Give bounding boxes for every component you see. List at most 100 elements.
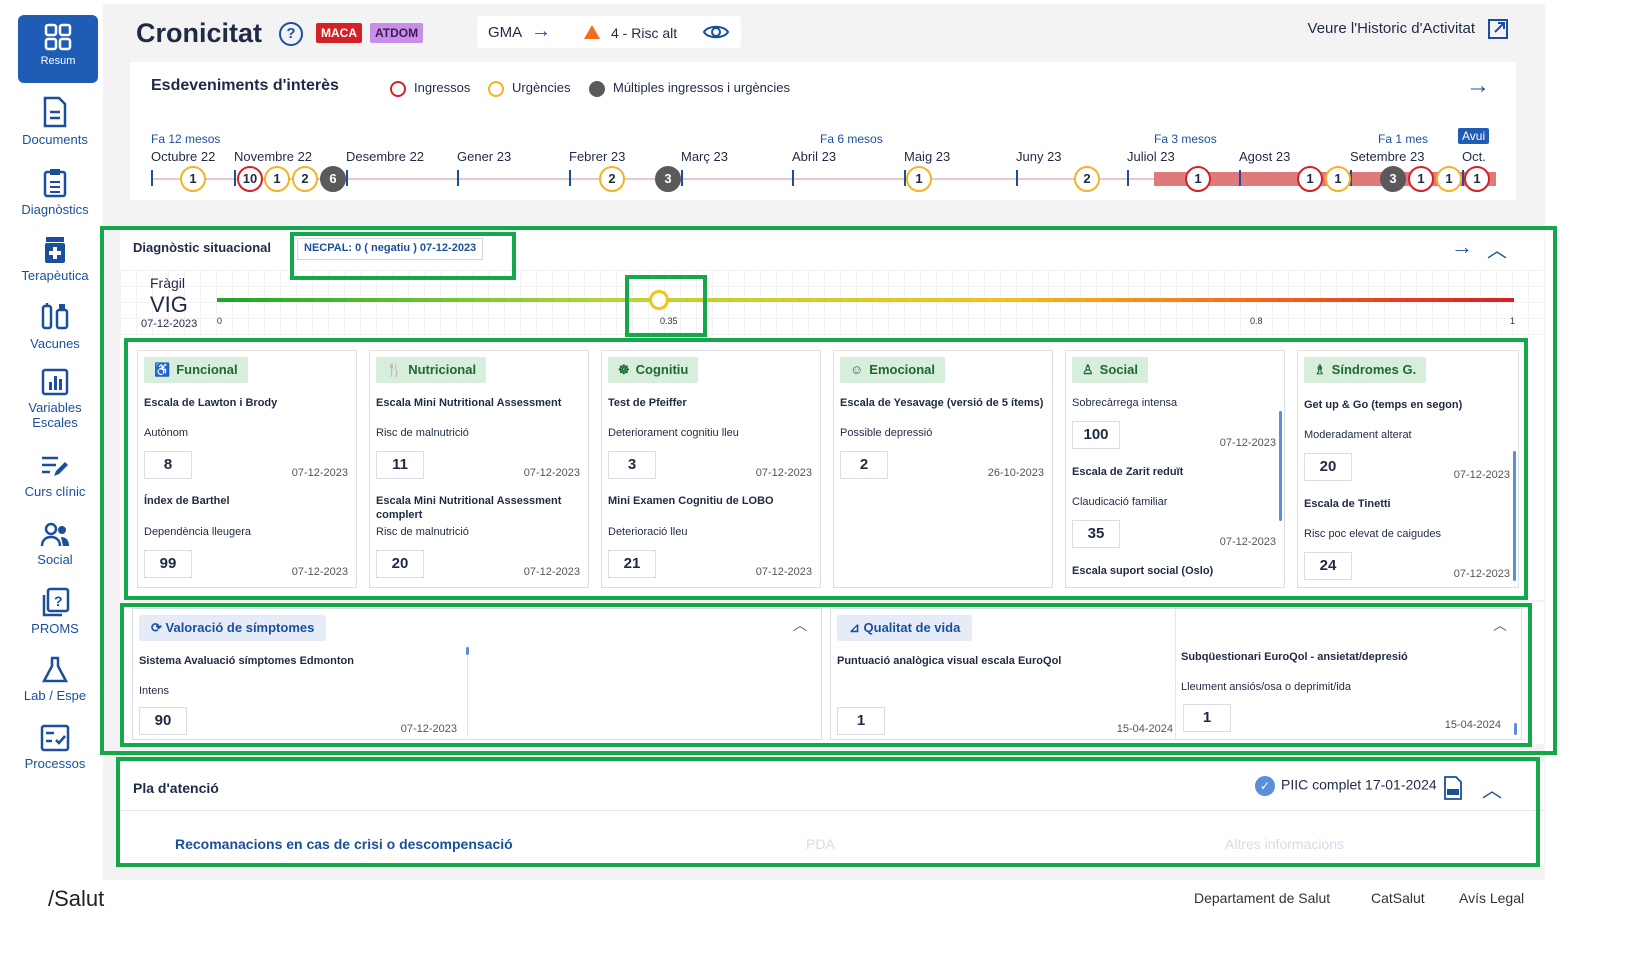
tl-rel-12: Fa 12 mesos bbox=[151, 132, 221, 146]
tl-month: Abril 23 bbox=[792, 149, 837, 164]
legend-multiples: Múltiples ingressos i urgències bbox=[589, 80, 790, 97]
event-marker[interactable]: 1 bbox=[1185, 166, 1211, 192]
checklist-icon bbox=[40, 724, 70, 752]
timeline-tick bbox=[457, 170, 459, 186]
sidebar-item-social[interactable]: Social bbox=[0, 522, 110, 567]
event-marker[interactable]: 10 bbox=[237, 166, 263, 192]
sidebar-item-lab[interactable]: Lab / Espe bbox=[0, 656, 110, 703]
tl-month: Juliol 23 bbox=[1127, 149, 1175, 164]
event-marker[interactable]: 2 bbox=[599, 166, 625, 192]
document-icon bbox=[43, 96, 67, 128]
event-marker[interactable]: 1 bbox=[906, 166, 932, 192]
event-marker[interactable]: 1 bbox=[264, 166, 290, 192]
sidebar-item-label: Documents bbox=[22, 132, 88, 147]
tl-month: Març 23 bbox=[681, 149, 728, 164]
sidebar-item-diagnostics[interactable]: Diagnòstics bbox=[0, 168, 110, 217]
sidebar-item-label: Social bbox=[37, 552, 73, 567]
svg-text:?: ? bbox=[54, 593, 63, 609]
events-card: Esdeveniments d'interès Ingressos Urgènc… bbox=[130, 62, 1516, 200]
timeline-tick bbox=[792, 170, 794, 186]
sidebar-item-label-2: Escales bbox=[32, 415, 78, 430]
arrow-right-icon[interactable]: → bbox=[1466, 72, 1490, 100]
sidebar: Resum Documents Diagnòstics Terapèutica … bbox=[0, 0, 110, 830]
history-link[interactable]: Veure l'Historic d'Activitat bbox=[1308, 20, 1475, 37]
legend-ingressos-label: Ingressos bbox=[414, 80, 471, 95]
people-icon bbox=[40, 522, 69, 547]
app-root: Resum Documents Diagnòstics Terapèutica … bbox=[0, 0, 1650, 954]
timeline-tick bbox=[1016, 170, 1018, 186]
sidebar-item-label: Terapèutica bbox=[21, 268, 89, 283]
event-marker[interactable]: 2 bbox=[292, 166, 318, 192]
event-marker[interactable]: 2 bbox=[1074, 166, 1100, 192]
tl-rel-3: Fa 3 mesos bbox=[1154, 132, 1217, 146]
tl-month: Febrer 23 bbox=[569, 149, 626, 164]
yellow-ring-icon bbox=[488, 80, 504, 97]
sidebar-item-vacunes[interactable]: Vacunes bbox=[0, 302, 110, 351]
eye-icon[interactable] bbox=[703, 23, 729, 41]
timeline-tick bbox=[569, 170, 571, 186]
events-title: Esdeveniments d'interès bbox=[151, 77, 339, 94]
sidebar-item-curs-clinic[interactable]: Curs clínic bbox=[0, 454, 110, 499]
sidebar-item-label: Processos bbox=[24, 756, 86, 771]
highlight-box bbox=[625, 275, 707, 337]
sidebar-item-label: Variables bbox=[28, 400, 82, 415]
sidebar-item-label: Curs clínic bbox=[24, 484, 86, 499]
event-marker[interactable]: 1 bbox=[1436, 166, 1462, 192]
tl-month: Novembre 22 bbox=[234, 149, 313, 164]
sidebar-item-variables[interactable]: Variables Escales bbox=[0, 368, 110, 430]
chart-icon bbox=[41, 368, 69, 396]
tl-rel-6: Fa 6 mesos bbox=[820, 132, 883, 146]
gma-label: GMA bbox=[488, 24, 523, 41]
event-marker[interactable]: 1 bbox=[1408, 166, 1434, 192]
event-marker[interactable]: 1 bbox=[180, 166, 206, 192]
event-marker[interactable]: 1 bbox=[1325, 166, 1351, 192]
badge-atdom: ATDOM bbox=[370, 23, 424, 43]
tl-month: Octubre 22 bbox=[151, 149, 216, 164]
tl-month: Gener 23 bbox=[457, 149, 512, 164]
clipboard-icon bbox=[43, 169, 67, 198]
flask-icon bbox=[41, 656, 69, 683]
legend-urgencies: Urgències bbox=[488, 80, 571, 97]
risk-level: 4 - Risc alt bbox=[611, 25, 678, 41]
event-marker[interactable]: 1 bbox=[1464, 166, 1490, 192]
footer-link[interactable]: Avís Legal bbox=[1459, 890, 1524, 906]
highlight-box bbox=[116, 757, 1540, 867]
gma-risk-pill: GMA → 4 - Risc alt bbox=[477, 16, 741, 48]
tl-rel-1: Fa 1 mes bbox=[1378, 132, 1429, 146]
vaccine-icon bbox=[41, 303, 69, 330]
warning-triangle-icon bbox=[584, 25, 600, 39]
event-marker[interactable]: 3 bbox=[655, 166, 681, 192]
arrow-right-icon[interactable]: → bbox=[531, 20, 551, 43]
sidebar-item-documents[interactable]: Documents bbox=[0, 96, 110, 147]
highlight-box bbox=[290, 232, 516, 280]
sidebar-item-label: Resum bbox=[40, 55, 76, 67]
sidebar-item-label: PROMS bbox=[31, 621, 79, 636]
highlight-box bbox=[120, 603, 1532, 747]
timeline-tick bbox=[1127, 170, 1129, 186]
legend-multiples-label: Múltiples ingressos i urgències bbox=[613, 80, 791, 95]
timeline-tick bbox=[234, 170, 236, 186]
sidebar-item-resum[interactable]: Resum bbox=[18, 15, 98, 83]
sidebar-item-processos[interactable]: Processos bbox=[0, 724, 110, 771]
footer-link[interactable]: Departament de Salut bbox=[1194, 890, 1330, 906]
help-icon[interactable]: ? bbox=[279, 22, 303, 46]
tl-month: Setembre 23 bbox=[1350, 149, 1425, 164]
medicine-icon bbox=[45, 237, 65, 263]
external-link-icon[interactable] bbox=[1487, 18, 1509, 40]
event-marker[interactable]: 1 bbox=[1297, 166, 1323, 192]
sidebar-item-terapeutica[interactable]: Terapèutica bbox=[0, 236, 110, 283]
sidebar-item-label: Diagnòstics bbox=[21, 202, 89, 217]
timeline-tick bbox=[151, 170, 153, 186]
timeline-tick bbox=[681, 170, 683, 186]
grid-icon bbox=[44, 23, 72, 51]
badge-maca: MACA bbox=[316, 23, 362, 43]
legend-urgencies-label: Urgències bbox=[512, 80, 571, 95]
sidebar-item-label: Lab / Espe bbox=[23, 688, 87, 703]
event-marker[interactable]: 3 bbox=[1380, 166, 1406, 192]
tl-month: Desembre 22 bbox=[346, 149, 425, 164]
sidebar-item-proms[interactable]: ? PROMS bbox=[0, 587, 110, 636]
legend-ingressos: Ingressos bbox=[390, 80, 470, 97]
event-marker[interactable]: 6 bbox=[320, 166, 346, 192]
footer-link[interactable]: CatSalut bbox=[1371, 890, 1425, 906]
grey-dot-icon bbox=[589, 80, 605, 97]
